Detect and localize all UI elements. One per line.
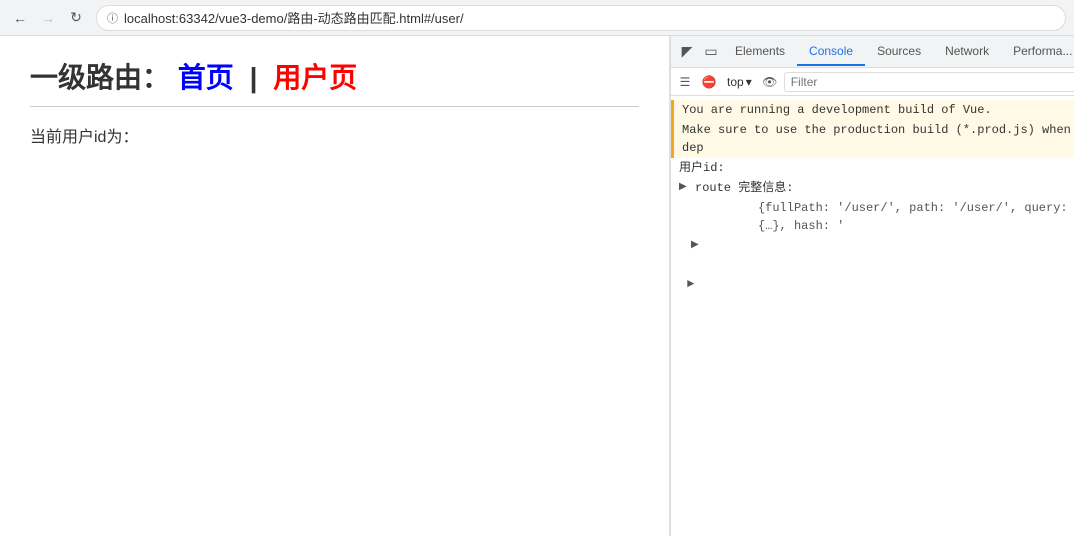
console-sidebar-button[interactable]: ☰ (675, 72, 695, 92)
expand-indent-5: ▶ (691, 199, 758, 273)
page-title: 一级路由： 首页 | 用户页 (30, 56, 639, 96)
tab-network[interactable]: Network (933, 38, 1001, 66)
top-selector[interactable]: top ▾ (723, 73, 756, 91)
devtools-inspect-button[interactable]: ◤ (675, 40, 699, 64)
title-separator: | (250, 62, 258, 93)
back-button[interactable]: ← (8, 6, 32, 30)
console-clear-button[interactable]: ⛔ (699, 72, 719, 92)
console-line-4: ▶ route 完整信息: (671, 178, 1074, 198)
user-id-label: 当前用户id为： (30, 123, 639, 147)
tab-performance[interactable]: Performa... (1001, 38, 1074, 66)
console-line-5: ▶ {fullPath: '/user/', path: '/user/', q… (671, 198, 1074, 274)
url-text: localhost:63342/vue3-demo/路由-动态路由匹配.html… (124, 8, 1055, 27)
page-content: 一级路由： 首页 | 用户页 当前用户id为： (0, 36, 670, 536)
console-text-4: route 完整信息: (695, 179, 793, 197)
reload-button[interactable]: ↻ (64, 6, 88, 30)
nav-buttons: ← → ↻ (8, 6, 88, 30)
console-text-3: 用户id: (679, 159, 725, 177)
filter-input[interactable] (784, 72, 1074, 92)
title-label: 一级路由： (30, 62, 170, 93)
expand-arrow-4[interactable]: ▶ (679, 179, 691, 197)
console-line-6: ► (671, 274, 1074, 294)
tab-console[interactable]: Console (797, 38, 865, 66)
console-line-2: Make sure to use the production build (*… (671, 120, 1074, 158)
console-text-2: Make sure to use the production build (*… (682, 121, 1074, 157)
tab-elements[interactable]: Elements (723, 38, 797, 66)
devtools-panel: ◤ ▭ Elements Console Sources Network Per… (670, 36, 1074, 536)
user-link[interactable]: 用户页 (273, 62, 357, 93)
top-dropdown-icon: ▾ (746, 75, 752, 89)
console-line-3: 用户id: (671, 158, 1074, 178)
home-link[interactable]: 首页 (178, 62, 234, 93)
devtools-tabs: ◤ ▭ Elements Console Sources Network Per… (671, 36, 1074, 68)
console-output: You are running a development build of V… (671, 96, 1074, 536)
tab-sources[interactable]: Sources (865, 38, 933, 66)
browser-chrome: ← → ↻ ⓘ localhost:63342/vue3-demo/路由-动态路… (0, 0, 1074, 36)
devtools-device-button[interactable]: ▭ (699, 40, 723, 64)
address-bar[interactable]: ⓘ localhost:63342/vue3-demo/路由-动态路由匹配.ht… (96, 5, 1066, 31)
console-eye-button[interactable]: 👁 (760, 72, 780, 92)
forward-button[interactable]: → (36, 6, 60, 30)
top-label: top (727, 75, 744, 89)
console-text-1: You are running a development build of V… (682, 101, 992, 119)
info-icon: ⓘ (107, 10, 118, 26)
console-toolbar: ☰ ⛔ top ▾ 👁 (671, 68, 1074, 96)
console-text-5[interactable]: {fullPath: '/user/', path: '/user/', que… (758, 199, 1074, 235)
content-divider (30, 106, 639, 107)
main-layout: 一级路由： 首页 | 用户页 当前用户id为： ◤ ▭ Elements Con… (0, 36, 1074, 536)
console-caret-6[interactable]: ► (687, 275, 694, 293)
console-line-1: You are running a development build of V… (671, 100, 1074, 120)
expand-arrow-5[interactable]: ▶ (691, 240, 699, 251)
